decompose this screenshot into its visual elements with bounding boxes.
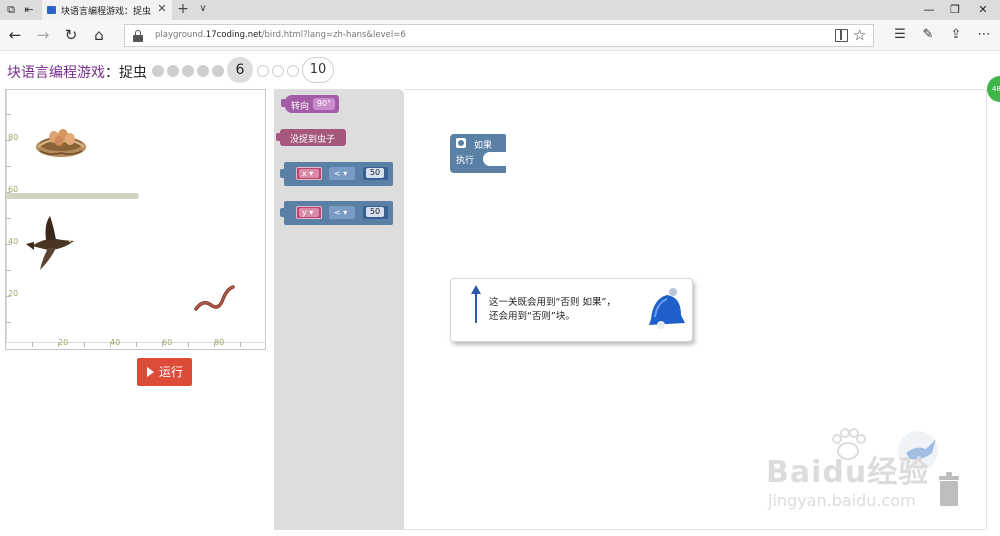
level-dot-3[interactable] bbox=[182, 65, 194, 77]
x-tick-label: 40 bbox=[110, 338, 121, 347]
watermark-brand: Baidu经验 bbox=[766, 455, 930, 490]
baidu-watermark: Baidu经验 jingyan.baidu.com bbox=[764, 425, 964, 520]
tab-manager-icon[interactable]: ⧉ bbox=[4, 3, 18, 17]
variable-dropdown[interactable]: y ▾ bbox=[299, 208, 319, 217]
nest-icon bbox=[36, 129, 86, 157]
operator-dropdown[interactable]: < ▾ bbox=[329, 167, 355, 180]
reading-view-icon[interactable] bbox=[835, 29, 848, 42]
variable-block[interactable]: y ▾ bbox=[296, 206, 322, 219]
y-tick-label: 40 bbox=[8, 237, 19, 246]
browser-nav-bar: ← → ↻ ⌂ playground.17coding.net/bird.htm… bbox=[0, 20, 1000, 51]
number-field[interactable]: 50 bbox=[366, 207, 384, 217]
level-dot-8[interactable] bbox=[272, 65, 284, 77]
mutator-gear-icon[interactable] bbox=[456, 138, 466, 148]
lock-icon bbox=[133, 30, 143, 42]
x-tick bbox=[136, 342, 137, 347]
number-block[interactable]: 50 bbox=[363, 206, 388, 219]
compare-x-block[interactable]: x ▾ < ▾ 50 bbox=[280, 162, 393, 186]
puzzle-favicon-icon bbox=[47, 6, 56, 14]
x-tick-label: 60 bbox=[162, 338, 173, 347]
level-dot-1[interactable] bbox=[152, 65, 164, 77]
turn-block-label: 转向 bbox=[291, 102, 310, 112]
window-close-icon[interactable]: ✕ bbox=[974, 2, 992, 18]
number-block[interactable]: 50 bbox=[363, 167, 388, 180]
url-text[interactable]: playground.17coding.net/bird.html?lang=z… bbox=[155, 30, 406, 40]
play-icon bbox=[147, 367, 154, 377]
hub-favorites-icon[interactable]: ☰ bbox=[891, 26, 909, 44]
forward-arrow-icon[interactable]: → bbox=[34, 26, 52, 44]
level-dot-9[interactable] bbox=[287, 65, 299, 77]
game-name: 捉虫 bbox=[119, 65, 147, 81]
refresh-icon[interactable]: ↻ bbox=[62, 26, 80, 44]
y-tick-label: 20 bbox=[8, 289, 19, 298]
operator-dropdown[interactable]: < ▾ bbox=[329, 206, 355, 219]
bird-icon bbox=[26, 216, 74, 270]
hint-text: 这一关既会用到“否则 如果”， 还会用到“否则”块。 bbox=[489, 296, 616, 324]
y-tick bbox=[6, 166, 11, 167]
address-bar[interactable]: playground.17coding.net/bird.html?lang=z… bbox=[124, 24, 874, 47]
more-icon[interactable]: ⋯ bbox=[975, 26, 993, 44]
y-tick bbox=[6, 322, 11, 323]
game-title-text[interactable]: 块语言编程游戏 bbox=[7, 65, 105, 81]
close-icon[interactable]: ✕ bbox=[155, 2, 169, 16]
restore-icon[interactable]: ❐ bbox=[946, 2, 964, 18]
level-current[interactable]: 6 bbox=[227, 57, 253, 83]
level-dot-2[interactable] bbox=[167, 65, 179, 77]
watermark-url: jingyan.baidu.com bbox=[768, 491, 916, 510]
run-button-label: 运行 bbox=[159, 365, 184, 379]
side-badge[interactable]: 48 bbox=[987, 76, 1000, 102]
hint-line-1: 这一关既会用到“否则 如果”， bbox=[489, 297, 616, 308]
share-icon[interactable]: ⇪ bbox=[947, 26, 965, 44]
if-label: 如果 bbox=[474, 141, 493, 151]
new-tab-icon[interactable]: + bbox=[176, 2, 190, 16]
game-stage: 20 40 60 80 80 60 40 20 bbox=[5, 89, 266, 350]
x-tick-label: 80 bbox=[214, 338, 225, 347]
if-block[interactable]: 如果 执行 bbox=[450, 134, 506, 173]
level-dot-7[interactable] bbox=[257, 65, 269, 77]
variable-dropdown[interactable]: x ▾ bbox=[299, 169, 319, 178]
pen-notes-icon[interactable]: ✎ bbox=[919, 26, 937, 44]
y-tick bbox=[6, 114, 11, 115]
blockly-toolbox[interactable] bbox=[274, 89, 404, 530]
x-tick bbox=[32, 342, 33, 347]
bell-icon[interactable] bbox=[641, 285, 687, 331]
level-dot-4[interactable] bbox=[197, 65, 209, 77]
number-field[interactable]: 50 bbox=[366, 168, 384, 178]
level-last[interactable]: 10 bbox=[302, 57, 334, 83]
worm-icon bbox=[194, 285, 235, 311]
wall-obstacle bbox=[6, 193, 139, 199]
set-aside-tabs-icon[interactable]: ⇤ bbox=[22, 3, 36, 17]
run-button[interactable]: 运行 bbox=[137, 358, 192, 386]
tab-title: 块语言编程游戏：捉虫 bbox=[61, 7, 152, 17]
arrow-up-icon bbox=[471, 285, 481, 323]
variable-block[interactable]: x ▾ bbox=[296, 167, 322, 180]
y-axis bbox=[6, 90, 7, 342]
y-tick bbox=[6, 270, 11, 271]
trash-icon[interactable] bbox=[937, 472, 961, 506]
y-tick bbox=[6, 218, 11, 219]
chevron-down-icon[interactable]: ∨ bbox=[196, 2, 210, 16]
title-separator: ： bbox=[105, 65, 119, 81]
back-arrow-icon[interactable]: ← bbox=[6, 26, 24, 44]
hint-bubble[interactable]: 这一关既会用到“否则 如果”， 还会用到“否则”块。 bbox=[450, 278, 693, 342]
browser-tab[interactable]: 块语言编程游戏：捉虫 ✕ bbox=[42, 0, 172, 20]
x-tick bbox=[84, 342, 85, 347]
x-tick bbox=[188, 342, 189, 347]
turn-angle-field[interactable]: 90° bbox=[313, 98, 335, 110]
browser-tab-bar: ⧉ ⇤ 块语言编程游戏：捉虫 ✕ + ∨ — ❐ ✕ bbox=[0, 0, 1000, 20]
no-bug-block-label: 没捉到虫子 bbox=[290, 135, 336, 145]
x-tick-label: 20 bbox=[58, 338, 69, 347]
star-icon[interactable]: ☆ bbox=[853, 26, 866, 44]
page-title: 块语言编程游戏：捉虫 bbox=[7, 62, 147, 82]
level-dot-5[interactable] bbox=[212, 65, 224, 77]
turn-block[interactable]: 转向 90° bbox=[281, 95, 339, 113]
do-label: 执行 bbox=[456, 156, 475, 166]
x-tick bbox=[240, 342, 241, 347]
y-tick-label: 80 bbox=[8, 133, 19, 142]
compare-y-block[interactable]: y ▾ < ▾ 50 bbox=[280, 201, 393, 225]
hint-line-2: 还会用到“否则”块。 bbox=[489, 311, 575, 322]
minimize-icon[interactable]: — bbox=[920, 2, 938, 18]
no-bug-caught-block[interactable]: 没捉到虫子 bbox=[276, 129, 346, 146]
home-icon[interactable]: ⌂ bbox=[90, 26, 108, 44]
